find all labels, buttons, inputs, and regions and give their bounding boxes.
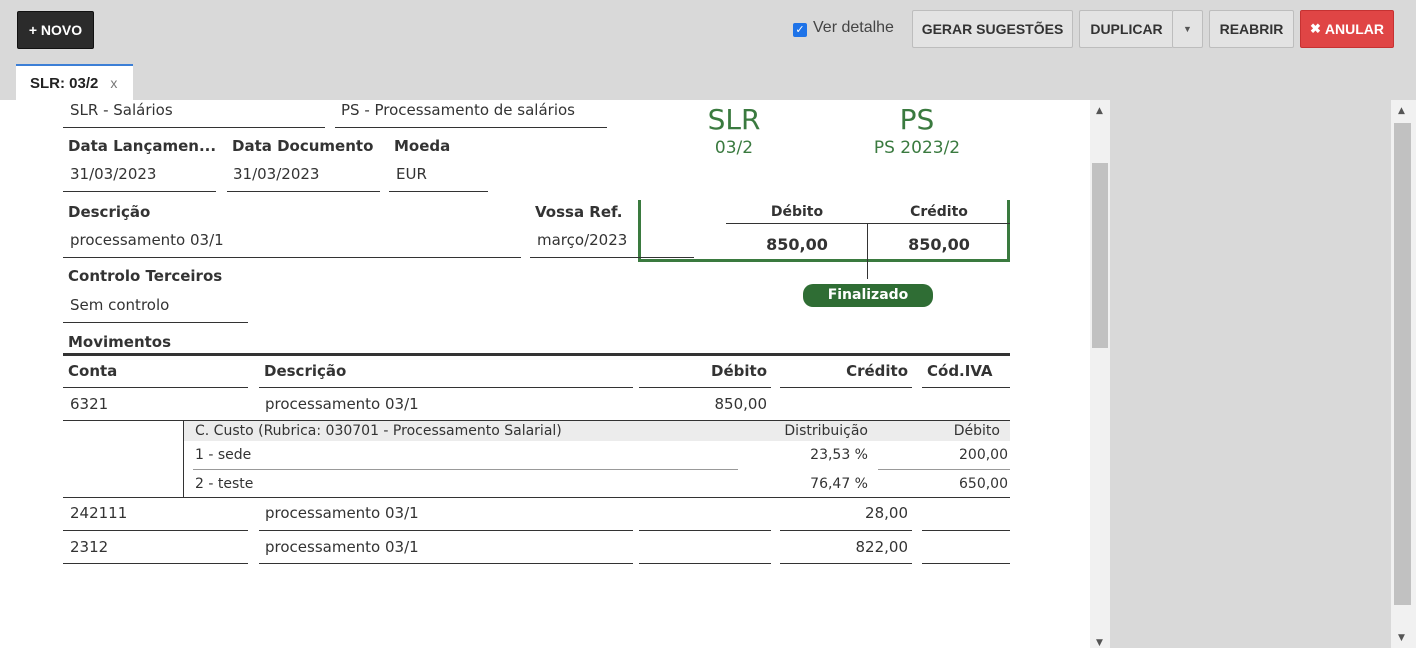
cc-nome: 2 - teste (195, 476, 254, 492)
moeda-label: Moeda (394, 137, 451, 155)
total-debito-value: 850,00 (766, 235, 828, 254)
side-scroll-thumb[interactable] (1394, 123, 1411, 605)
row-credito: 28,00 (865, 504, 908, 522)
data-documento-field[interactable]: 31/03/2023 (233, 165, 319, 183)
col-conta: Conta (68, 362, 118, 380)
duplicar-dropdown-button[interactable]: ▼ (1172, 10, 1203, 48)
caret-down-icon: ▼ (1183, 24, 1192, 34)
cc-valor: 200,00 (959, 447, 1008, 463)
moeda-field[interactable]: EUR (396, 165, 427, 183)
row-descricao: processamento 03/1 (265, 395, 419, 413)
data-lancamento-field[interactable]: 31/03/2023 (70, 165, 156, 183)
cc-nome: 1 - sede (195, 447, 252, 463)
centro-custo-title: C. Custo (Rubrica: 030701 - Processament… (195, 423, 562, 439)
scroll-down-icon[interactable]: ▼ (1096, 638, 1103, 648)
row-descricao: processamento 03/1 (265, 504, 419, 522)
row-conta: 242111 (70, 504, 128, 522)
tab-slr-03-2[interactable]: SLR: 03/2 x (16, 64, 133, 100)
descricao-field[interactable]: processamento 03/1 (70, 231, 224, 249)
stamp-right-num: PS 2023/2 (873, 138, 961, 158)
new-button[interactable]: + NOVO (17, 11, 94, 49)
total-credito-label: Crédito (910, 204, 968, 220)
row-conta: 2312 (70, 538, 109, 556)
gerar-sugestoes-button[interactable]: GERAR SUGESTÕES (912, 10, 1073, 48)
scroll-up-icon[interactable]: ▲ (1096, 106, 1103, 116)
stamp-left-num: 03/2 (714, 138, 754, 158)
movimentos-title: Movimentos (68, 333, 172, 351)
toolbar (0, 0, 1416, 100)
reabrir-button[interactable]: REABRIR (1209, 10, 1294, 48)
data-documento-label: Data Documento (232, 137, 374, 155)
ver-detalhe-label: Ver detalhe (813, 19, 894, 36)
side-panel (1111, 100, 1391, 648)
side-scroll-up-icon[interactable]: ▲ (1398, 106, 1405, 116)
col-debito: Débito (711, 362, 767, 380)
cc-dist: 23,53 % (810, 447, 868, 463)
vossa-ref-label: Vossa Ref. (535, 203, 623, 221)
ver-detalhe-checkbox[interactable]: ✓ (793, 23, 807, 37)
row-conta: 6321 (70, 395, 109, 413)
col-credito: Crédito (846, 362, 908, 380)
tipo-value: PS - Processamento de salários (341, 101, 575, 119)
total-credito-value: 850,00 (908, 235, 970, 254)
data-lancamento-label: Data Lançamen... (68, 137, 217, 155)
tab-label: SLR: 03/2 (30, 74, 99, 92)
cc-valor: 650,00 (959, 476, 1008, 492)
row-credito: 822,00 (855, 538, 909, 556)
side-scroll-down-icon[interactable]: ▼ (1398, 633, 1405, 643)
controlo-terceiros-field[interactable]: Sem controlo (70, 296, 169, 314)
document-panel: SLR - Salários PS - Processamento de sal… (0, 100, 1090, 648)
diario-value: SLR - Salários (70, 101, 173, 119)
row-debito: 850,00 (714, 395, 768, 413)
cc-dist-label: Distribuição (784, 423, 868, 439)
close-icon: ✖ (1309, 21, 1321, 36)
anular-label: ANULAR (1324, 21, 1384, 37)
stamp-left-code: SLR (707, 103, 761, 136)
total-debito-label: Débito (770, 204, 824, 220)
anular-button[interactable]: ✖ ANULAR (1300, 10, 1394, 48)
duplicar-button[interactable]: DUPLICAR (1079, 10, 1173, 48)
descricao-label: Descrição (68, 203, 151, 221)
vossa-ref-field[interactable]: março/2023 (537, 231, 627, 249)
status-badge: Finalizado (803, 284, 933, 307)
cc-debito-label: Débito (953, 423, 1000, 439)
row-descricao: processamento 03/1 (265, 538, 419, 556)
stamp-right-code: PS (899, 103, 935, 136)
col-descricao: Descrição (264, 362, 347, 380)
cc-dist: 76,47 % (810, 476, 868, 492)
tab-close-icon[interactable]: x (110, 75, 117, 91)
controlo-terceiros-label: Controlo Terceiros (68, 267, 223, 285)
col-cod-iva: Cód.IVA (927, 362, 993, 380)
document-scroll-thumb[interactable] (1092, 163, 1108, 348)
